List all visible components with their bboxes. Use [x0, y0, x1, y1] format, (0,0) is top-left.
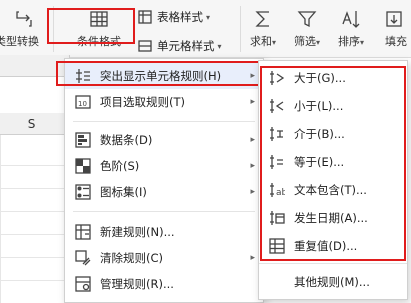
sort-label: 排序 [337, 35, 360, 48]
menu-item-label: 图标集(I) [100, 185, 147, 199]
menu-item-top-bottom-rules[interactable]: 10 项目选取规则(T) ▸ [65, 89, 263, 115]
sum-label: 求和 [249, 35, 272, 48]
fill-icon [386, 11, 402, 27]
sum-icon [255, 11, 269, 27]
type-convert-icon [16, 11, 32, 27]
sum-caret-icon: ▾ [271, 38, 276, 47]
menu-item-label: 新建规则(N)... [100, 225, 175, 239]
sum-button[interactable]: 求和▾ [244, 8, 282, 49]
fill-button[interactable]: 填充 [376, 8, 411, 49]
clear-rules-icon [75, 250, 91, 266]
cell-style-caret-icon: ▾ [217, 41, 222, 51]
cell-style-button[interactable]: 单元格样式 ▾ [137, 38, 222, 54]
menu-item-clear-rules[interactable]: 清除规则(C) ▸ [65, 245, 263, 271]
column-header-label: S [27, 116, 36, 131]
menu-item-data-bars[interactable]: 数据条(D) ▸ [65, 127, 263, 153]
top-bottom-rules-icon: 10 [75, 94, 91, 110]
filter-label: 筛选 [293, 35, 316, 48]
menu-item-label: 清除规则(C) [100, 251, 164, 265]
submenu-arrow-icon: ▸ [250, 161, 255, 171]
cell-style-label: 单元格样式 [157, 39, 215, 53]
type-convert-label: 类型转换 [0, 35, 39, 48]
type-convert-button[interactable]: 类型转换 [0, 8, 48, 49]
submenu-arrow-icon: ▸ [250, 187, 255, 197]
conditional-format-menu: 突出显示单元格规则(H) ▸ 10 项目选取规则(T) ▸ 数据条(D) ▸ 色… [64, 58, 264, 303]
menu-item-label: 色阶(S) [100, 159, 140, 173]
filter-icon [297, 11, 317, 28]
menu-item-label: 数据条(D) [100, 133, 153, 147]
menu-item-manage-rules[interactable]: 管理规则(R)... [65, 271, 263, 297]
cell-style-icon [138, 40, 152, 52]
menu-item-label: 管理规则(R)... [100, 277, 174, 291]
table-style-button[interactable]: 表格样式 ▾ [137, 9, 210, 25]
manage-rules-icon [75, 276, 91, 292]
submenu-item-label: 其他规则(M)... [294, 275, 370, 289]
filter-caret-icon: ▾ [315, 38, 320, 47]
submenu-items-highlight [260, 66, 406, 261]
submenu-arrow-icon: ▸ [250, 253, 255, 263]
sort-button[interactable]: 排序▾ [331, 8, 371, 49]
sort-caret-icon: ▾ [359, 38, 364, 47]
ribbon: 类型转换 条件格式 表格样式 ▾ 单元格样式 ▾ 求和▾ 筛选▾ 排序▾ 填充 [0, 0, 411, 58]
submenu-arrow-icon: ▸ [250, 135, 255, 145]
submenu-arrow-icon: ▸ [250, 97, 255, 107]
table-style-caret-icon: ▾ [206, 12, 211, 22]
menu-item-color-scale[interactable]: 色阶(S) ▸ [65, 153, 263, 179]
fill-label: 填充 [385, 35, 407, 48]
menu-item-new-rule[interactable]: 新建规则(N)... [65, 219, 263, 245]
table-style-label: 表格样式 [157, 10, 203, 24]
icon-sets-icon [75, 184, 91, 200]
svg-text:10: 10 [78, 100, 87, 108]
conditional-format-highlight [47, 8, 135, 44]
new-rule-icon [75, 224, 91, 240]
menu-item-label: 项目选取规则(T) [100, 95, 185, 109]
highlight-rules-highlight [56, 61, 264, 86]
submenu-item-other-rules[interactable]: 其他规则(M)... [259, 269, 407, 295]
filter-button[interactable]: 筛选▾ [287, 8, 327, 49]
data-bars-icon [75, 132, 91, 148]
menu-item-icon-sets[interactable]: 图标集(I) ▸ [65, 179, 263, 205]
color-scale-icon [75, 158, 91, 174]
table-style-icon [138, 10, 152, 24]
sort-icon [342, 11, 360, 28]
